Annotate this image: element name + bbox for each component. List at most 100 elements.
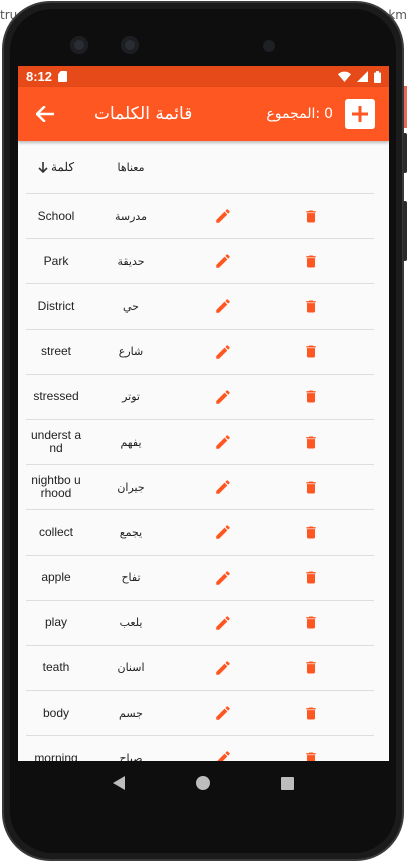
word-cell: underst and [30,428,82,456]
edit-button[interactable] [176,749,270,761]
delete-button[interactable] [270,387,352,406]
pencil-icon [216,525,230,540]
meaning-cell: اسنان [117,661,145,675]
table-row: apple تفاح [26,556,374,601]
trash-icon [306,436,316,449]
delete-button[interactable] [270,207,352,226]
edit-button[interactable] [176,252,270,270]
table-row: teath اسنان [26,646,374,692]
delete-button[interactable] [270,478,352,497]
arrow-left-icon [36,106,54,122]
edit-button[interactable] [176,297,270,315]
word-column-header[interactable]: كلمة [26,159,86,174]
word-cell: apple [41,570,71,585]
pencil-icon [216,480,230,494]
pencil-icon [216,661,230,675]
table-row: District حي [26,284,374,330]
delete-button[interactable] [270,523,352,542]
word-header-label: كلمة [50,159,75,174]
signal-icon [357,71,368,82]
meaning-cell: شارع [118,345,144,359]
volume-button [403,133,407,173]
word-cell: street [40,344,71,359]
edit-button[interactable] [176,614,270,632]
back-button[interactable] [34,103,56,125]
edit-button[interactable] [176,523,270,541]
trash-icon [306,345,316,358]
pencil-icon [216,435,230,449]
app-screen: 8:12 قائمة الكلمات المجموع: 0 كلمة معناه… [18,66,389,761]
pencil-icon [216,209,230,223]
trash-icon [306,707,316,720]
word-cell: nightbo urhood [31,473,81,501]
delete-button[interactable] [270,433,352,452]
meaning-header-label: معناها [117,160,145,174]
plus-icon [352,106,368,122]
trash-icon [306,300,316,313]
word-cell: School [37,208,75,223]
edit-button[interactable] [176,478,270,496]
delete-button[interactable] [270,342,352,361]
table-row: body جسم [26,691,374,737]
word-cell: stressed [33,389,79,404]
word-cell: morning [34,750,78,761]
trash-icon [306,526,316,539]
status-time: 8:12 [26,69,53,84]
edit-button[interactable] [176,343,270,361]
status-bar: 8:12 [18,66,389,87]
meaning-cell: يجمع [119,525,143,539]
table-row: collect يجمع [26,510,374,556]
total-count: المجموع: 0 [266,106,333,122]
table-row: morning صباح [26,736,374,761]
trash-icon [306,481,316,494]
pencil-icon [216,570,230,585]
nav-home-icon[interactable] [195,776,210,790]
status-icons [338,70,381,83]
pencil-icon [216,390,230,404]
table-row: underst and يفهم [26,420,374,466]
edit-button[interactable] [176,433,270,451]
meaning-cell: جسم [119,706,143,720]
table-header: كلمة معناها [26,141,374,194]
sd-card-icon [58,71,68,82]
edit-button[interactable] [176,569,270,587]
add-word-button[interactable] [345,99,375,129]
speaker-icon [263,40,275,52]
pencil-icon [216,254,230,269]
table-row: play يلعب [26,601,374,646]
total-value: 0 [324,106,333,122]
meaning-cell: جيران [117,480,145,494]
nav-recents-icon[interactable] [280,776,294,790]
word-cell: body [42,705,70,720]
meaning-column-header: معناها [86,161,176,174]
trash-icon [306,390,316,403]
delete-button[interactable] [270,568,352,587]
pencil-icon [216,706,230,720]
word-cell: collect [38,524,73,539]
word-cell: play [44,615,67,630]
table-row: stressed توتر [26,375,374,420]
delete-button[interactable] [270,613,352,632]
page-title: قائمة الكلمات [94,104,193,124]
words-table: كلمة معناها School مدرسة Park حديقة Dist… [26,141,374,761]
word-cell: teath [42,660,70,675]
pencil-icon [216,299,230,314]
delete-button[interactable] [270,704,352,723]
edit-button[interactable] [176,659,270,677]
meaning-cell: توتر [122,390,140,404]
wifi-icon [338,71,351,82]
meaning-cell: صباح [119,751,143,761]
edit-button[interactable] [176,207,270,225]
front-camera-icon [70,36,88,54]
battery-icon [374,70,381,83]
arrow-down-icon [38,161,48,173]
meaning-cell: مدرسة [114,209,148,223]
pencil-icon [216,344,230,359]
edit-button[interactable] [176,388,270,406]
delete-button[interactable] [270,749,352,761]
nav-back-icon[interactable] [113,776,126,790]
delete-button[interactable] [270,252,352,271]
delete-button[interactable] [270,297,352,316]
edit-button[interactable] [176,704,270,722]
delete-button[interactable] [270,658,352,677]
